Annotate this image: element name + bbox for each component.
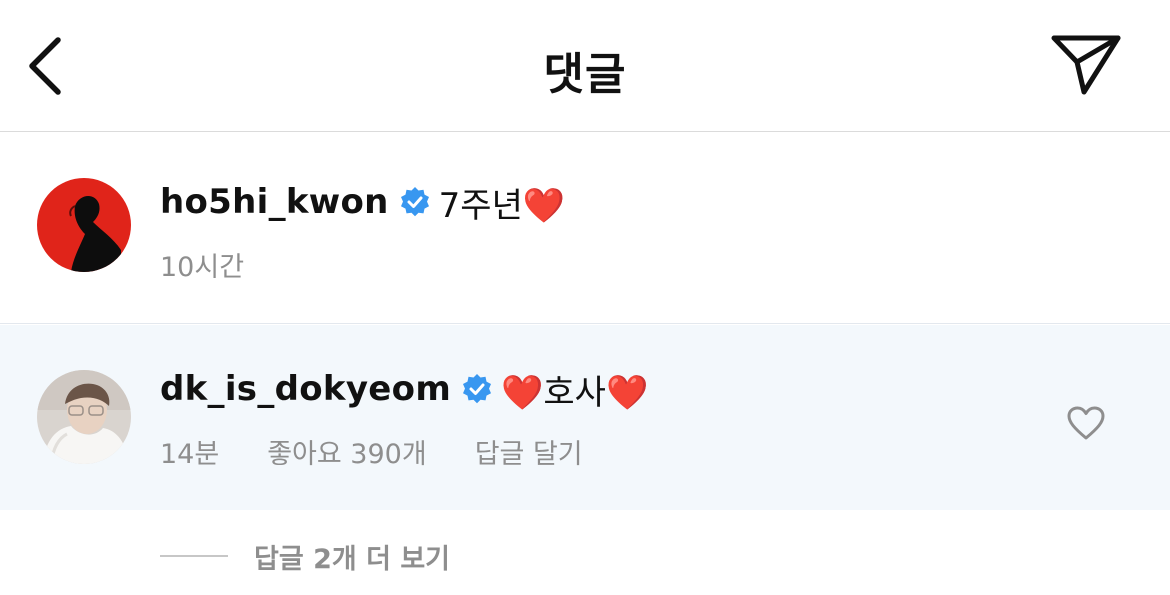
header-bar: 댓글 [0,0,1170,132]
paper-plane-icon [1051,35,1121,95]
comment-item: ho5hi_kwon 7주년❤️ 10시간 [0,132,1170,324]
avatar[interactable] [37,370,131,464]
comment-timestamp: 10시간 [160,251,245,283]
avatar-image [37,178,131,272]
heart-outline-icon [1067,406,1105,440]
chevron-left-icon [29,37,61,95]
username[interactable]: ho5hi_kwon [160,182,389,222]
replies-divider [160,555,228,557]
view-more-replies-button[interactable]: 답글 2개 더 보기 [160,536,450,576]
comment-line: ho5hi_kwon 7주년❤️ [160,176,565,228]
comment-text: 7주년❤️ [438,185,566,226]
like-button[interactable] [1066,405,1106,441]
comment-line: dk_is_dokyeom ❤️호사❤️ [160,363,648,415]
comment-meta: 10시간 [160,246,292,283]
verified-badge-icon [400,187,429,217]
likes-count[interactable]: 좋아요 390개 [267,432,426,471]
page-title: 댓글 [543,49,627,100]
reply-button[interactable]: 답글 달기 [475,432,583,471]
share-button[interactable] [1048,32,1124,98]
username[interactable]: dk_is_dokyeom [160,369,451,409]
view-replies-label: 답글 2개 더 보기 [254,543,451,575]
avatar-image [37,370,131,464]
verified-badge-icon [463,374,492,404]
comments-screen: 댓글 ho5hi_kwon 7주년❤️ 10시간 dk_is_dokyeom ❤… [0,0,1170,595]
comment-text: ❤️호사❤️ [501,372,649,413]
comment-timestamp: 14분 [160,438,220,470]
back-button[interactable] [22,34,68,98]
comment-meta: 14분 좋아요 390개 답글 달기 [160,432,631,471]
avatar[interactable] [37,178,131,272]
comment-item-highlighted: dk_is_dokyeom ❤️호사❤️ 14분 좋아요 390개 답글 달기 [0,325,1170,510]
